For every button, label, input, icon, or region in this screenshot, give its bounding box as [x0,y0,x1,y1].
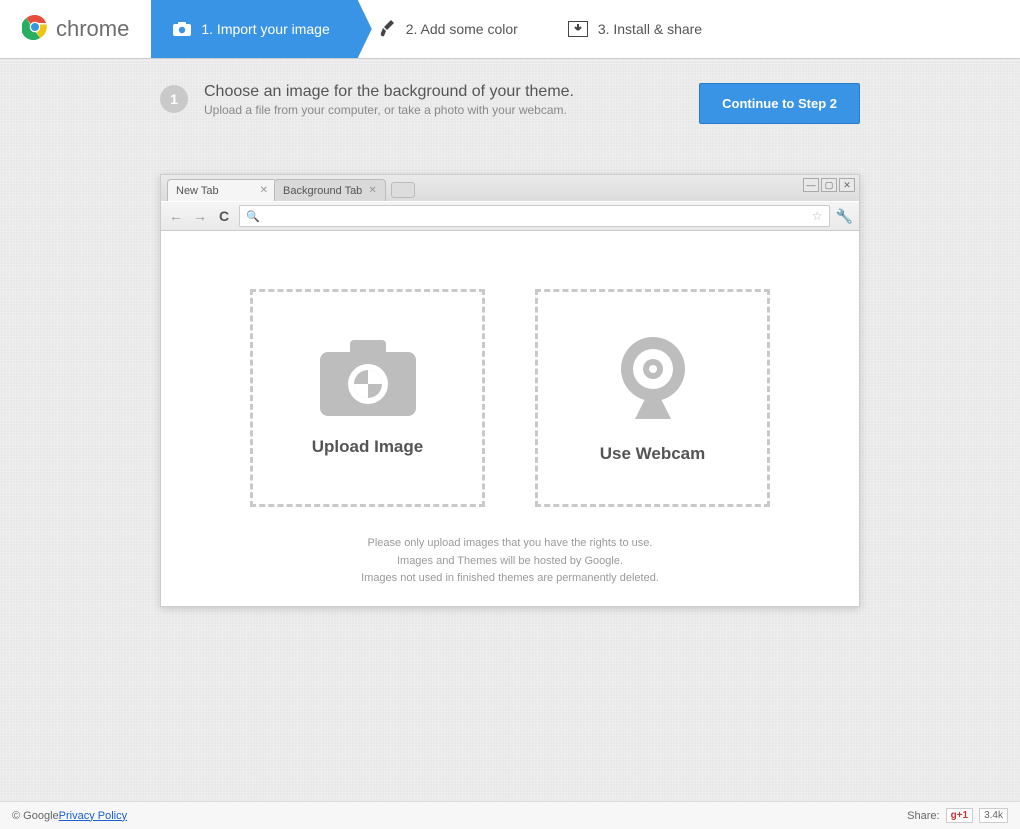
maximize-button[interactable]: ▢ [821,178,837,192]
webcam-icon [613,333,693,428]
camera-icon [173,22,191,36]
brush-icon [380,20,396,38]
share-count: 3.4k [979,808,1008,823]
privacy-link[interactable]: Privacy Policy [59,810,127,822]
gplus-button[interactable]: g+1 [946,808,974,823]
use-webcam-zone[interactable]: Use Webcam [535,289,770,507]
upload-label: Upload Image [312,437,423,457]
upload-image-zone[interactable]: Upload Image [250,289,485,507]
step-badge: 1 [160,85,188,113]
back-button[interactable]: ← [167,207,185,225]
brand-name: chrome [56,16,129,42]
continue-button[interactable]: Continue to Step 2 [699,83,860,124]
webcam-label: Use Webcam [600,444,706,464]
wrench-icon[interactable]: 🔧 [836,208,853,225]
install-icon [568,21,588,37]
step-install[interactable]: 3. Install & share [546,0,730,58]
new-tab-button[interactable] [391,182,415,198]
browser-preview: New Tab ✕ Background Tab ✕ — ▢ ✕ ← → C 🔍… [160,174,860,607]
close-button[interactable]: ✕ [839,178,855,192]
note-line: Images and Themes will be hosted by Goog… [361,553,659,571]
footer: © Google Privacy Policy Share: g+1 3.4k [0,801,1020,829]
close-icon[interactable]: ✕ [368,185,376,196]
note-line: Please only upload images that you have … [361,535,659,553]
step-import[interactable]: 1. Import your image [151,0,357,58]
page-title: Choose an image for the background of yo… [204,83,574,101]
share-group: Share: g+1 3.4k [907,808,1008,823]
note-line: Images not used in finished themes are p… [361,570,659,588]
header-row: 1 Choose an image for the background of … [160,83,860,124]
share-label: Share: [907,810,939,822]
step-color[interactable]: 2. Add some color [358,0,546,58]
tabstrip: New Tab ✕ Background Tab ✕ — ▢ ✕ [161,175,859,201]
tab-label: Background Tab [283,185,362,197]
close-icon[interactable]: ✕ [260,185,268,196]
tab-background[interactable]: Background Tab ✕ [274,179,386,201]
step-label: 3. Install & share [598,21,702,37]
omnibox[interactable]: 🔍 ☆ [239,205,830,227]
topbar: chrome 1. Import your image 2. Add some … [0,0,1020,59]
header-text: Choose an image for the background of yo… [204,83,574,117]
header-left: 1 Choose an image for the background of … [160,83,574,117]
dropzones: Upload Image Use Webcam [250,289,770,507]
toolbar: ← → C 🔍 ☆ 🔧 [161,201,859,231]
window-controls: — ▢ ✕ [803,178,855,192]
page-subtitle: Upload a file from your computer, or tak… [204,103,574,117]
brand: chrome [0,0,151,58]
forward-button[interactable]: → [191,207,209,225]
tab-new[interactable]: New Tab ✕ [167,179,277,201]
reload-button[interactable]: C [215,207,233,225]
copyright: © Google [12,810,59,822]
camera-icon [320,340,416,421]
tab-label: New Tab [176,185,219,197]
search-icon: 🔍 [246,210,260,223]
step-label: 2. Add some color [406,21,518,37]
upload-notes: Please only upload images that you have … [361,535,659,588]
step-label: 1. Import your image [201,21,329,37]
minimize-button[interactable]: — [803,178,819,192]
star-icon[interactable]: ☆ [812,209,823,223]
page-body: Upload Image Use Webcam Please only uplo… [161,231,859,606]
chrome-logo-icon [22,14,48,45]
